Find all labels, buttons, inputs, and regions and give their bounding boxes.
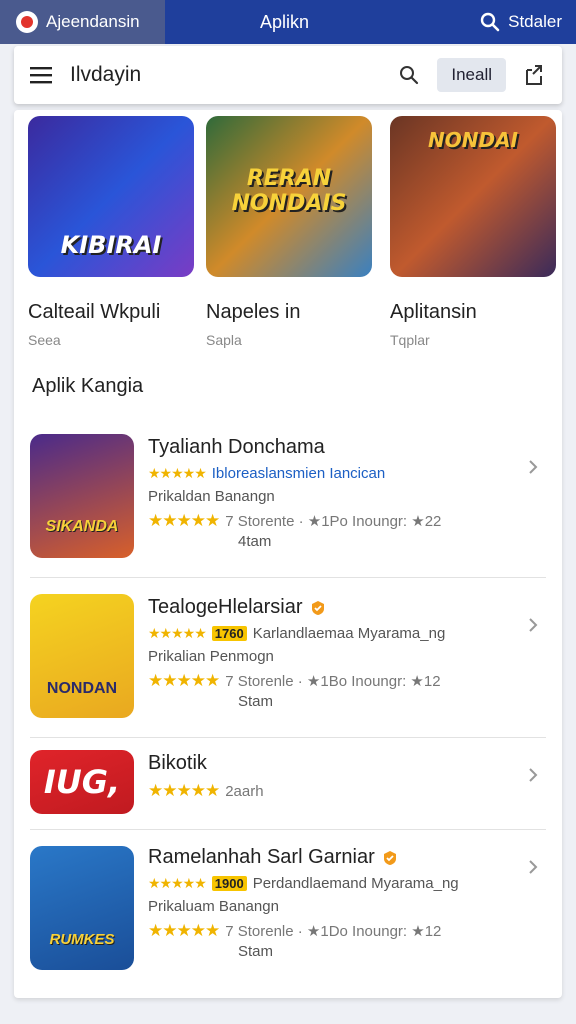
app-name: Ramelanhah Sarl Garniar	[148, 846, 375, 868]
app-meta: 2aarh	[225, 782, 264, 800]
install-button[interactable]: Ineall	[437, 58, 506, 92]
app-rating-line: ★★★★★ 2aarh	[148, 781, 510, 801]
menu-icon[interactable]	[30, 65, 54, 85]
app-size: 4tam	[238, 533, 272, 550]
topbar-search[interactable]: Stdaler	[480, 0, 562, 44]
app-switcher[interactable]: Ajeendansin	[0, 0, 165, 44]
top-app-bar: Ajeendansin Aplikn Stdaler	[0, 0, 576, 44]
rank-badge: 1760	[211, 626, 247, 641]
app-meta: 7 Storente · ★1Po Inoungr: ★22	[225, 513, 442, 530]
app-icon-text: SIKANDA	[45, 518, 119, 535]
featured-subtitle: Sapla	[206, 332, 242, 348]
app-category: Prikaluam Banangn	[148, 898, 279, 915]
chevron-right-icon[interactable]	[526, 768, 540, 782]
featured-art-text: RERAN NONDAIS	[231, 166, 347, 216]
app-developer: Karlandlaemaa Myarama_ng	[252, 625, 446, 642]
featured-artwork: KIBIRAI	[28, 116, 194, 277]
app-list-item[interactable]: NONDAN TealogeHlelarsiar ★★★★★ 1760 Karl…	[30, 578, 546, 738]
app-meta: 7 Storenle · ★1Do Inoungr: ★12	[225, 923, 442, 940]
search-icon	[480, 12, 500, 32]
app-developer-line: ★★★★★ 1760 Karlandlaemaa Myarama_ng	[148, 625, 510, 642]
app-info: TealogeHlelarsiar ★★★★★ 1760 Karlandlaem…	[148, 596, 510, 710]
app-list-item[interactable]: SIKANDA Tyalianh Donchama ★★★★★ Ibloreas…	[30, 420, 546, 578]
verified-badge-icon	[384, 850, 397, 865]
share-button[interactable]	[520, 59, 548, 91]
app-list: SIKANDA Tyalianh Donchama ★★★★★ Ibloreas…	[30, 420, 546, 998]
app-name-line: Ramelanhah Sarl Garniar	[148, 846, 510, 869]
page-title: Ilvdayin	[70, 63, 142, 86]
app-list-item[interactable]: IUG, Bikotik ★★★★★ 2aarh	[30, 738, 546, 830]
topbar-title: Aplikn	[260, 11, 310, 32]
app-size: Stam	[238, 943, 274, 960]
app-info: Ramelanhah Sarl Garniar ★★★★★ 1900 Perda…	[148, 846, 510, 960]
rating-stars: ★★★★★	[148, 625, 207, 641]
app-meta: 7 Storenle · ★1Bo Inoungr: ★12	[225, 673, 441, 690]
app-name: Tyalianh Donchama	[148, 436, 325, 458]
section-title: Aplik Kangia	[32, 375, 144, 397]
chevron-right-icon[interactable]	[526, 860, 540, 874]
app-rating-line: ★★★★★ 7 Storente · ★1Po Inoungr: ★22	[148, 511, 510, 531]
app-rating-line: ★★★★★ 7 Storenle · ★1Do Inoungr: ★12	[148, 921, 510, 941]
page-header: Ilvdayin Ineall	[14, 46, 562, 104]
featured-name: Calteail Wkpuli	[28, 301, 161, 323]
rank-badge: 1900	[211, 876, 247, 891]
app-icon: SIKANDA	[30, 434, 134, 558]
app-developer: Perdandlaemand Myarama_ng	[252, 875, 459, 892]
share-icon	[526, 65, 542, 85]
featured-subtitle: Seea	[28, 332, 61, 348]
app-info: Bikotik ★★★★★ 2aarh	[148, 752, 510, 801]
featured-subtitle: Tqplar	[390, 332, 430, 348]
chevron-right-icon[interactable]	[526, 618, 540, 632]
featured-card[interactable]: KIBIRAI Calteail Wkpuli Seea	[28, 116, 194, 348]
featured-carousel: KIBIRAI Calteail Wkpuli Seea RERAN NONDA…	[28, 116, 558, 368]
app-icon-text: IUG,	[43, 763, 121, 801]
app-name: TealogeHlelarsiar	[148, 596, 303, 618]
featured-artwork: NONDAI	[390, 116, 556, 277]
rating-stars: ★★★★★	[148, 921, 220, 940]
rating-stars: ★★★★★	[148, 781, 220, 800]
verified-badge-icon	[312, 600, 325, 615]
rating-stars: ★★★★★	[148, 511, 220, 530]
content-panel: KIBIRAI Calteail Wkpuli Seea RERAN NONDA…	[14, 110, 562, 998]
app-icon: NONDAN	[30, 594, 134, 718]
rating-stars: ★★★★★	[148, 671, 220, 690]
app-developer-line: ★★★★★ Ibloreaslansmien Iancican	[148, 465, 510, 482]
featured-art-text: NONDAI	[428, 128, 518, 152]
featured-name: Napeles in	[206, 301, 301, 323]
app-developer: Ibloreaslansmien Iancican	[211, 465, 386, 482]
rating-stars: ★★★★★	[148, 465, 207, 481]
app-developer-line: ★★★★★ 1900 Perdandlaemand Myarama_ng	[148, 875, 510, 892]
chevron-right-icon[interactable]	[526, 460, 540, 474]
search-icon	[400, 66, 419, 85]
app-icon: IUG,	[30, 750, 134, 814]
featured-card[interactable]: RERAN NONDAIS Napeles in Sapla	[206, 116, 372, 348]
featured-artwork: RERAN NONDAIS	[206, 116, 372, 277]
app-logo-icon	[16, 11, 38, 33]
featured-name: Aplitansin	[390, 301, 477, 323]
app-category: Prikalian Penmogn	[148, 648, 274, 665]
app-size: Stam	[238, 693, 274, 710]
app-icon-text: NONDAN	[46, 680, 118, 697]
rating-stars: ★★★★★	[148, 875, 207, 891]
app-rating-line: ★★★★★ 7 Storenle · ★1Bo Inoungr: ★12	[148, 671, 510, 691]
app-icon-text: RUMKES	[49, 931, 115, 948]
app-switcher-label: Ajeendansin	[46, 12, 140, 31]
topbar-search-label: Stdaler	[508, 12, 562, 31]
app-name: Bikotik	[148, 752, 207, 774]
app-list-item[interactable]: RUMKES Ramelanhah Sarl Garniar ★★★★★ 190…	[30, 830, 546, 998]
featured-art-text: KIBIRAI	[60, 231, 162, 259]
app-category: Prikaldan Banangn	[148, 488, 275, 505]
app-info: Tyalianh Donchama ★★★★★ Ibloreaslansmien…	[148, 436, 510, 550]
app-icon: RUMKES	[30, 846, 134, 970]
app-name-line: TealogeHlelarsiar	[148, 596, 510, 619]
header-search-button[interactable]	[393, 59, 425, 91]
featured-card[interactable]: NONDAI Aplitansin Tqplar	[390, 116, 556, 348]
